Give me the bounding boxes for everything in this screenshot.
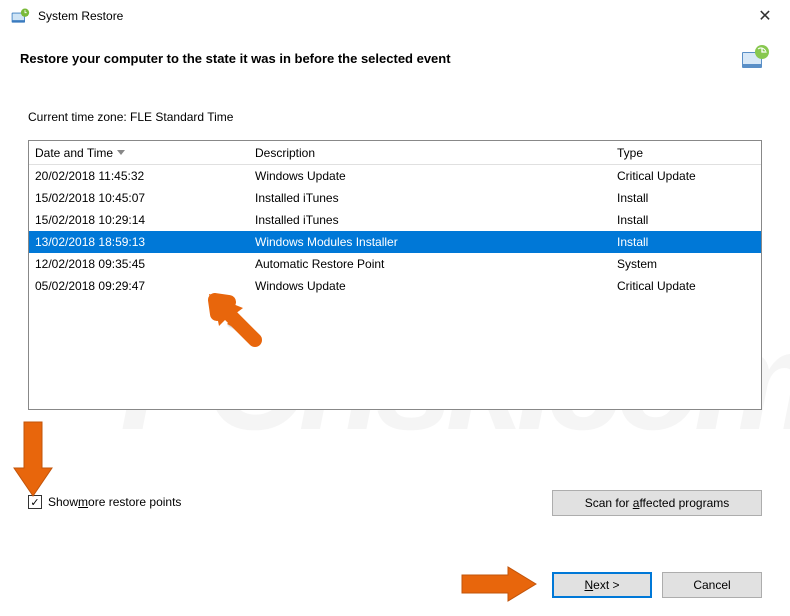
cell-datetime: 13/02/2018 18:59:13 xyxy=(29,235,249,249)
titlebar: System Restore ✕ xyxy=(0,0,790,32)
cell-type: Install xyxy=(611,191,761,205)
checkbox-label-accel: m xyxy=(78,495,88,509)
next-label-rest: ext > xyxy=(593,578,619,592)
page-heading: Restore your computer to the state it wa… xyxy=(20,51,738,66)
table-row[interactable]: 13/02/2018 18:59:13Windows Modules Insta… xyxy=(29,231,761,253)
cell-type: System xyxy=(611,257,761,271)
cell-description: Windows Update xyxy=(249,279,611,293)
system-restore-icon xyxy=(10,7,30,25)
table-row[interactable]: 15/02/2018 10:29:14Installed iTunesInsta… xyxy=(29,209,761,231)
table-body: 20/02/2018 11:45:32Windows UpdateCritica… xyxy=(29,165,761,297)
annotation-arrow-checkbox xyxy=(8,418,58,498)
column-header-datetime-label: Date and Time xyxy=(35,146,113,160)
cell-datetime: 15/02/2018 10:45:07 xyxy=(29,191,249,205)
cell-type: Install xyxy=(611,235,761,249)
cell-type: Install xyxy=(611,213,761,227)
next-label-accel: N xyxy=(584,578,593,592)
table-row[interactable]: 12/02/2018 09:35:45Automatic Restore Poi… xyxy=(29,253,761,275)
scan-label-part1: Scan for xyxy=(585,496,633,510)
cell-type: Critical Update xyxy=(611,279,761,293)
header-row: Restore your computer to the state it wa… xyxy=(0,32,790,80)
cell-description: Windows Modules Installer xyxy=(249,235,611,249)
column-header-datetime[interactable]: Date and Time xyxy=(29,146,249,160)
cancel-button[interactable]: Cancel xyxy=(662,572,762,598)
cell-description: Installed iTunes xyxy=(249,191,611,205)
cell-datetime: 20/02/2018 11:45:32 xyxy=(29,169,249,183)
table-row[interactable]: 20/02/2018 11:45:32Windows UpdateCritica… xyxy=(29,165,761,187)
checkbox-label-part2: ore restore points xyxy=(88,495,181,509)
checkbox-icon: ✓ xyxy=(28,495,42,509)
annotation-arrow-next xyxy=(458,563,538,605)
column-header-type[interactable]: Type xyxy=(611,146,761,160)
close-button[interactable]: ✕ xyxy=(750,5,780,27)
cell-type: Critical Update xyxy=(611,169,761,183)
sort-descending-icon xyxy=(117,150,125,155)
dialog-footer: Next > Cancel xyxy=(552,572,762,598)
next-button[interactable]: Next > xyxy=(552,572,652,598)
column-header-description[interactable]: Description xyxy=(249,146,611,160)
timezone-label: Current time zone: FLE Standard Time xyxy=(0,80,790,134)
table-row[interactable]: 15/02/2018 10:45:07Installed iTunesInsta… xyxy=(29,187,761,209)
cell-description: Automatic Restore Point xyxy=(249,257,611,271)
cell-datetime: 05/02/2018 09:29:47 xyxy=(29,279,249,293)
scan-label-part2: ffected programs xyxy=(639,496,729,510)
cell-description: Installed iTunes xyxy=(249,213,611,227)
table-row[interactable]: 05/02/2018 09:29:47Windows UpdateCritica… xyxy=(29,275,761,297)
window-title: System Restore xyxy=(38,9,750,23)
scan-affected-programs-button[interactable]: Scan for affected programs xyxy=(552,490,762,516)
cell-datetime: 15/02/2018 10:29:14 xyxy=(29,213,249,227)
table-header: Date and Time Description Type xyxy=(29,141,761,165)
restore-points-table: Date and Time Description Type 20/02/201… xyxy=(28,140,762,410)
cell-datetime: 12/02/2018 09:35:45 xyxy=(29,257,249,271)
show-more-restore-points-checkbox[interactable]: ✓ Show more restore points xyxy=(28,495,181,509)
cell-description: Windows Update xyxy=(249,169,611,183)
checkbox-label-part1: Show xyxy=(48,495,78,509)
restore-computer-icon xyxy=(738,44,770,72)
